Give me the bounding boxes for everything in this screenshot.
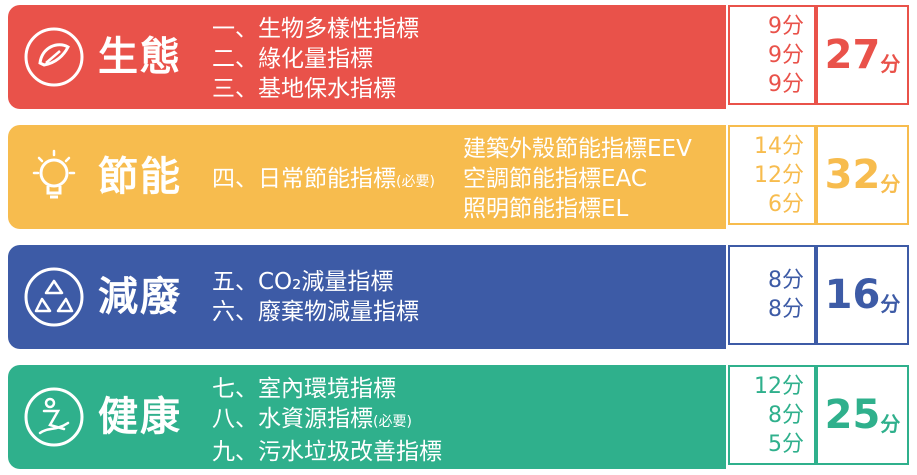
score-value: 8分 [768, 402, 804, 428]
total-score: 16 [824, 272, 881, 318]
list-item: 五、CO₂減量指標 [212, 269, 394, 295]
category-row-energy: 節能 四、日常節能指標(必要) 建築外殼節能指標EEV 空調節能指標EAC 照明… [8, 125, 909, 229]
list-item: 七、室內環境指標 [212, 376, 396, 402]
item-list: 四、日常節能指標(必要) [212, 164, 435, 197]
list-item: 二、綠化量指標 [212, 46, 373, 72]
score-value: 9分 [768, 13, 804, 39]
score-value: 8分 [768, 297, 804, 322]
total-score: 32 [824, 152, 881, 198]
lightbulb-icon [32, 149, 76, 199]
score-value: 9分 [768, 71, 804, 97]
ecology-icon [24, 27, 84, 87]
score-value: 9分 [768, 42, 804, 68]
item-list: 七、室內環境指標 八、水資源指標(必要) 九、污水垃圾改善指標 [212, 374, 442, 467]
score-box: 14分 12分 6分 [728, 125, 816, 225]
score-box: 9分 9分 9分 [728, 5, 816, 105]
score-value: 6分 [768, 191, 804, 217]
list-item: 九、污水垃圾改善指標 [212, 439, 442, 465]
list-item: 四、日常節能指標(必要) [212, 164, 435, 197]
category-label: 節能 [98, 154, 182, 200]
total-score-box: 27 分 [816, 5, 909, 105]
total-unit: 分 [880, 51, 901, 76]
subitem-list: 建築外殼節能指標EEV 空調節能指標EAC 照明節能指標EL [463, 134, 692, 224]
list-item: 六、廢棄物減量指標 [212, 299, 419, 325]
required-note: (必要) [396, 174, 435, 190]
score-value: 12分 [754, 373, 804, 399]
list-item: 八、水資源指標(必要) [212, 404, 442, 437]
total-unit: 分 [880, 411, 901, 436]
health-icon [24, 387, 84, 447]
total-unit: 分 [880, 291, 901, 316]
total-score-box: 32 分 [816, 125, 909, 225]
category-label: 減廢 [98, 274, 182, 320]
total-unit: 分 [880, 171, 901, 196]
list-item: 建築外殼節能指標EEV [463, 136, 692, 162]
score-value: 12分 [754, 162, 804, 188]
category-row-ecology: 生態 一、生物多樣性指標 二、綠化量指標 三、基地保水指標 9分 9分 9分 2… [8, 5, 909, 109]
required-note: (必要) [373, 414, 412, 430]
list-item: 空調節能指標EAC [463, 166, 647, 192]
item-list: 五、CO₂減量指標 六、廢棄物減量指標 [212, 267, 419, 327]
score-value: 8分 [768, 268, 804, 293]
score-value: 14分 [754, 133, 804, 159]
category-row-waste: 減廢 五、CO₂減量指標 六、廢棄物減量指標 8分 8分 16 分 [8, 245, 909, 349]
item-text: 八、水資源指標 [212, 406, 373, 432]
category-label: 生態 [98, 34, 182, 80]
item-list: 一、生物多樣性指標 二、綠化量指標 三、基地保水指標 [212, 14, 419, 104]
item-text: 四、日常節能指標 [212, 166, 396, 192]
total-score: 27 [824, 32, 881, 78]
total-score-box: 25 分 [816, 365, 909, 465]
score-box: 12分 8分 5分 [728, 365, 816, 465]
total-score: 25 [824, 392, 881, 438]
category-row-health: 健康 七、室內環境指標 八、水資源指標(必要) 九、污水垃圾改善指標 12分 8… [8, 365, 909, 469]
score-value: 5分 [768, 431, 804, 457]
score-box: 8分 8分 [728, 245, 816, 345]
recycle-icon [24, 267, 84, 327]
list-item: 三、基地保水指標 [212, 76, 396, 102]
total-score-box: 16 分 [816, 245, 909, 345]
list-item: 一、生物多樣性指標 [212, 16, 419, 42]
list-item: 照明節能指標EL [463, 196, 629, 222]
category-label: 健康 [98, 394, 182, 440]
